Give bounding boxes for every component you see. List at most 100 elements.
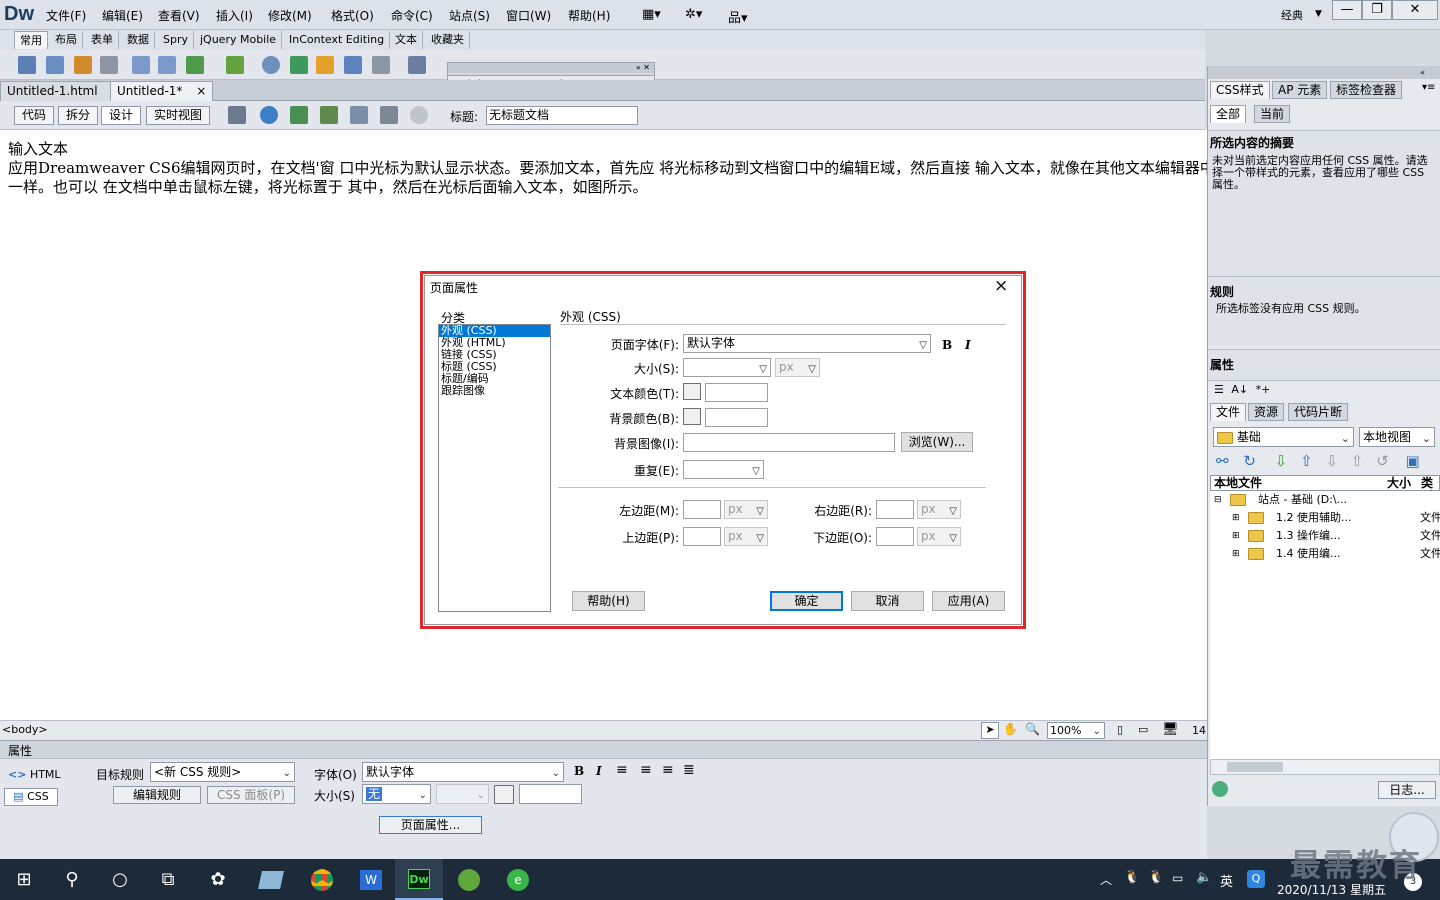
- zoom-select[interactable]: 100% ⌄: [1047, 722, 1105, 739]
- top-margin-input[interactable]: [683, 527, 721, 546]
- image-icon[interactable]: [186, 56, 204, 74]
- expand-icon[interactable]: ▣: [1406, 452, 1420, 470]
- hand-tool-icon[interactable]: ✋: [1003, 722, 1018, 736]
- insert-tab-text[interactable]: 文本: [390, 31, 423, 49]
- category-item[interactable]: 跟踪图像: [439, 385, 550, 397]
- view-select[interactable]: 本地视图 ⌄: [1359, 427, 1435, 447]
- visual-aids-icon[interactable]: [350, 106, 368, 124]
- select-tool-icon[interactable]: ➤: [981, 722, 999, 739]
- taskbar-app-dreamweaver[interactable]: Dw: [395, 859, 443, 900]
- refresh-icon[interactable]: [410, 106, 428, 124]
- maximize-button[interactable]: ❐: [1362, 0, 1392, 20]
- left-margin-input[interactable]: [683, 500, 721, 519]
- menu-insert[interactable]: 插入(I): [216, 7, 253, 24]
- category-list[interactable]: 外观 (CSS) 外观 (HTML) 链接 (CSS) 标题 (CSS) 标题/…: [438, 324, 551, 612]
- doc-tab-untitled-html[interactable]: Untitled-1.html ×: [0, 81, 127, 101]
- menu-format[interactable]: 格式(O): [331, 7, 374, 24]
- page-properties-button[interactable]: 页面属性...: [379, 816, 482, 834]
- browse-button[interactable]: 浏览(W)...: [901, 432, 973, 452]
- tablet-size-icon[interactable]: ▭: [1138, 723, 1148, 736]
- cancel-button[interactable]: 取消: [851, 591, 924, 611]
- connect-icon[interactable]: ⚯: [1216, 452, 1229, 470]
- expand-icon[interactable]: ⊞: [1232, 509, 1240, 527]
- tab-assets[interactable]: 资源: [1248, 403, 1285, 421]
- bg-color-input[interactable]: [705, 408, 768, 427]
- multiscreen-icon[interactable]: [228, 106, 246, 124]
- tab-tag-inspector[interactable]: 标签检查器: [1330, 81, 1403, 99]
- tree-row[interactable]: ⊞ 1.3 操作编... 文件: [1210, 527, 1440, 545]
- file-management-icon[interactable]: [290, 106, 308, 124]
- text-color-swatch[interactable]: [683, 383, 701, 400]
- comment-icon[interactable]: [316, 56, 334, 74]
- tab-files[interactable]: 文件: [1210, 403, 1247, 421]
- panel-collapse-icon[interactable]: «: [1208, 66, 1440, 79]
- css-mode-button[interactable]: ▤ CSS: [4, 788, 58, 806]
- close-icon[interactable]: ×: [196, 84, 206, 98]
- insert-tab-spry[interactable]: Spry: [158, 31, 194, 49]
- page-font-select[interactable]: 默认字体 ▽: [683, 334, 931, 353]
- log-button[interactable]: 日志...: [1378, 781, 1436, 799]
- check-compat-icon[interactable]: [380, 106, 398, 124]
- taskbar-app-green[interactable]: e: [494, 859, 542, 900]
- tab-ap-elements[interactable]: AP 元素: [1272, 81, 1328, 99]
- named-anchor-icon[interactable]: [74, 56, 92, 74]
- phone-size-icon[interactable]: ▯: [1117, 723, 1123, 736]
- insert-tab-layout[interactable]: 布局: [50, 31, 83, 49]
- split-view-button[interactable]: 拆分: [58, 106, 99, 125]
- workspace-switcher[interactable]: 经典: [1281, 7, 1303, 23]
- menu-commands[interactable]: 命令(C): [391, 7, 433, 24]
- server-side-include-icon[interactable]: [290, 56, 308, 74]
- taskbar-app-chrome[interactable]: [298, 859, 346, 900]
- site-status-icon[interactable]: [1212, 781, 1228, 797]
- script-icon[interactable]: [372, 56, 390, 74]
- tree-row[interactable]: ⊞ 1.2 使用辅助... 文件: [1210, 509, 1440, 527]
- right-margin-input[interactable]: [876, 500, 914, 519]
- menu-file[interactable]: 文件(F): [46, 7, 86, 24]
- expand-icon[interactable]: ⊟: [1214, 491, 1222, 509]
- minimize-button[interactable]: —: [1332, 0, 1362, 20]
- div-icon[interactable]: [158, 56, 176, 74]
- justify-icon[interactable]: ≣: [683, 762, 695, 778]
- menu-view[interactable]: 查看(V): [158, 7, 200, 24]
- horizontal-rule-icon[interactable]: [100, 56, 118, 74]
- bottom-margin-input[interactable]: [876, 527, 914, 546]
- align-right-icon[interactable]: ≡: [662, 762, 674, 778]
- preview-browser-icon[interactable]: [260, 106, 278, 124]
- bold-button[interactable]: B: [942, 338, 952, 352]
- bold-button[interactable]: B: [574, 764, 584, 778]
- tree-row[interactable]: ⊞ 1.4 使用编... 文件: [1210, 545, 1440, 563]
- taskbar-app-pinwheel[interactable]: ✿: [194, 859, 242, 900]
- ime-indicator[interactable]: 英: [1220, 871, 1233, 890]
- size-select[interactable]: 无 ⌄: [362, 784, 431, 804]
- input-method-icon[interactable]: Q: [1247, 870, 1265, 888]
- checkout-icon[interactable]: ⇩: [1325, 452, 1338, 470]
- tray-expand-icon[interactable]: ︿: [1100, 871, 1112, 888]
- table-icon[interactable]: [132, 56, 150, 74]
- tab-css-styles[interactable]: CSS样式: [1210, 81, 1270, 99]
- title-input[interactable]: 无标题文档: [486, 106, 638, 125]
- align-center-icon[interactable]: ≡: [640, 762, 652, 778]
- insert-tab-forms[interactable]: 表单: [86, 31, 119, 49]
- taskbar-app-word[interactable]: W: [347, 859, 395, 900]
- expand-icon[interactable]: ⊞: [1232, 545, 1240, 563]
- color-swatch[interactable]: [494, 785, 514, 804]
- design-view-button[interactable]: 设计: [101, 106, 142, 125]
- mode-all-button[interactable]: 全部: [1210, 105, 1247, 123]
- text-color-input[interactable]: [705, 383, 768, 402]
- head-icon[interactable]: [344, 56, 362, 74]
- help-button[interactable]: 帮助(H): [572, 591, 645, 611]
- html-mode-button[interactable]: <> HTML: [8, 768, 61, 781]
- insert-tab-jquery-mobile[interactable]: jQuery Mobile: [195, 31, 283, 49]
- bg-color-swatch[interactable]: [683, 408, 701, 425]
- set-properties-icon[interactable]: *+: [1256, 383, 1271, 396]
- expand-icon[interactable]: ⊞: [1232, 527, 1240, 545]
- panel-collapse-icon[interactable]: « ✕: [448, 63, 654, 73]
- taskbar-app-notes[interactable]: [247, 859, 295, 900]
- repeat-select[interactable]: ▽: [683, 460, 764, 479]
- bg-image-input[interactable]: [683, 433, 895, 452]
- gear-icon[interactable]: ✲▾: [685, 7, 702, 22]
- menu-edit[interactable]: 编辑(E): [102, 7, 143, 24]
- tag-selector[interactable]: <body>: [2, 723, 48, 736]
- validate-icon[interactable]: [320, 106, 338, 124]
- search-button[interactable]: ⚲: [48, 859, 96, 900]
